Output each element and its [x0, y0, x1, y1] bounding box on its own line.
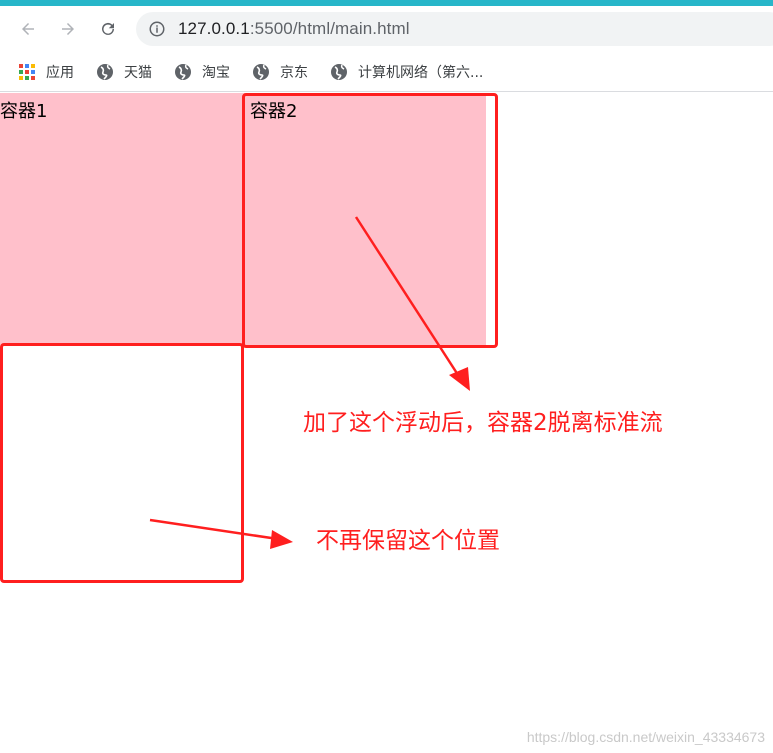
browser-toolbar: 127.0.0.1:5500/html/main.html [0, 6, 773, 52]
bookmark-jd[interactable]: 京东 [252, 62, 308, 82]
globe-icon [175, 63, 191, 80]
url-text[interactable]: 127.0.0.1:5500/html/main.html [178, 19, 410, 39]
bookmark-label: 京东 [280, 64, 308, 81]
bookmark-label: 淘宝 [202, 64, 230, 81]
annotation-text-position: 不再保留这个位置 [316, 528, 500, 554]
bookmark-tmall[interactable]: 天猫 [96, 62, 152, 82]
annotation-frame-container-2 [242, 93, 498, 348]
bookmark-computer-network[interactable]: 计算机网络（第六... [330, 62, 483, 82]
bookmark-apps[interactable]: 应用 [18, 62, 74, 82]
reload-button[interactable] [94, 15, 122, 43]
bookmark-label: 计算机网络（第六... [358, 64, 484, 81]
address-bar[interactable]: 127.0.0.1:5500/html/main.html [136, 12, 773, 46]
bookmark-taobao[interactable]: 淘宝 [174, 62, 230, 82]
annotation-text-float: 加了这个浮动后，容器2脱离标准流 [303, 410, 663, 436]
container-1: 容器1 [0, 93, 243, 345]
info-icon[interactable] [148, 20, 166, 38]
apps-grid-icon [19, 63, 35, 80]
globe-icon [253, 63, 269, 80]
bookmark-label: 天猫 [124, 64, 152, 81]
page-viewport: 容器1 容器2 加了这个浮动后，容器2脱离标准流 不再保留这个位置 [0, 93, 773, 753]
url-host: 127.0.0.1 [178, 19, 250, 38]
arrow-right-icon [62, 23, 74, 35]
reload-icon [102, 22, 114, 35]
globe-icon [331, 63, 347, 80]
globe-icon [97, 63, 113, 80]
url-path: :5500/html/main.html [249, 19, 410, 38]
container-1-label: 容器1 [0, 101, 48, 122]
annotation-frame-original-position [0, 343, 244, 583]
bookmark-label: 应用 [46, 64, 74, 81]
back-button[interactable] [14, 15, 42, 43]
bookmarks-bar: 应用 天猫 淘宝 京东 计算机网络（第六... [0, 52, 773, 92]
watermark: https://blog.csdn.net/weixin_43334673 [526, 729, 765, 745]
arrow-left-icon [22, 23, 34, 35]
forward-button[interactable] [54, 15, 82, 43]
